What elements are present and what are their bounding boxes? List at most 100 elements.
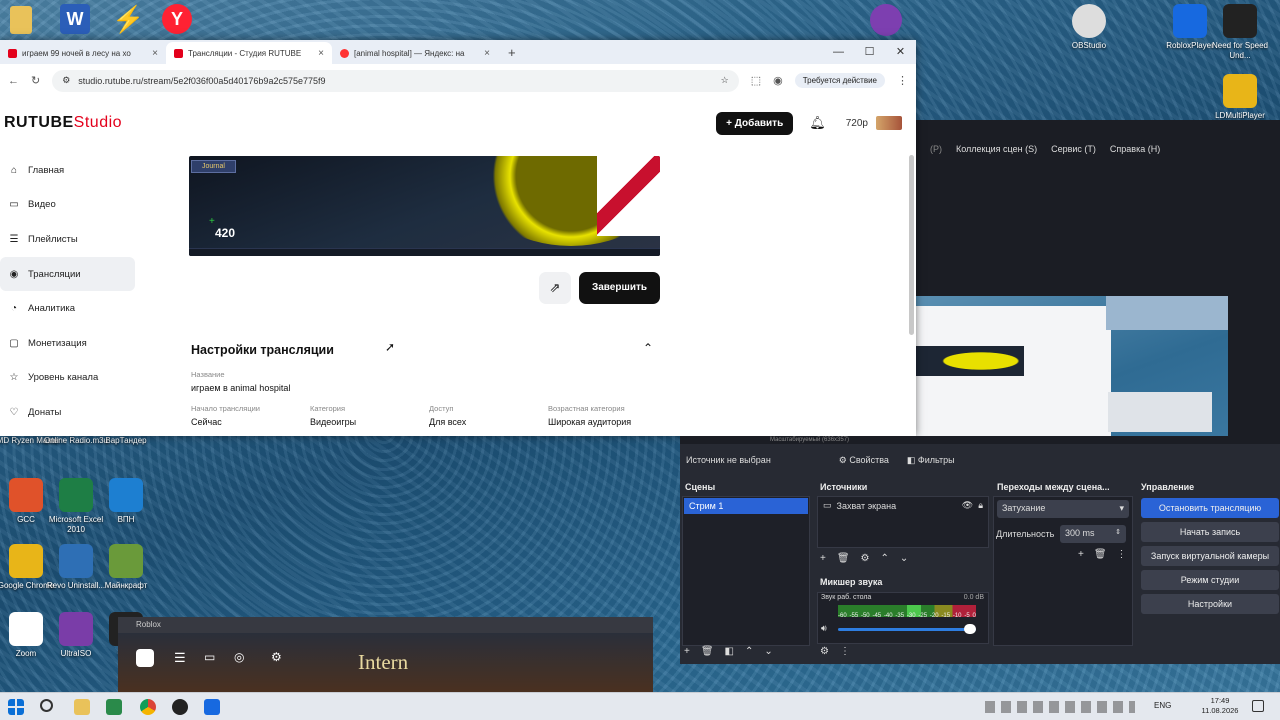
trash-icon[interactable]: 🗑︎	[701, 646, 714, 657]
bell-icon[interactable]: 🔔︎	[809, 115, 826, 131]
eye-icon[interactable]: 👁︎	[962, 500, 973, 511]
rutube-logo[interactable]: RUTUBEStudio	[4, 114, 122, 132]
tor-icon[interactable]	[870, 4, 902, 36]
roblox-icon[interactable]	[204, 699, 220, 715]
obs-menu-service[interactable]: Сервис (T)	[1051, 144, 1096, 154]
add-icon[interactable]: +	[684, 646, 690, 657]
sidebar-item[interactable]: ☆ Уровень канала	[0, 361, 140, 396]
filters-button[interactable]: ◧ Фильтры	[907, 455, 955, 466]
properties-button[interactable]: ⚙ Свойства	[839, 455, 889, 466]
extensions-icon[interactable]: ⬚	[751, 74, 761, 87]
sidebar-item[interactable]: ◉ Трансляции	[0, 256, 135, 292]
trash-icon[interactable]: 🗑︎	[837, 553, 850, 564]
maximize-icon[interactable]: ☐	[854, 40, 885, 64]
start-icon[interactable]	[8, 699, 24, 715]
obs-control-button[interactable]: Настройки	[1141, 594, 1279, 614]
desktop-icon[interactable]: LDMultiPlayer	[1204, 74, 1276, 121]
tab-3[interactable]: [animal hospital] — Яндекс: на ×	[332, 42, 498, 64]
menu-dots-icon[interactable]: ⋮	[840, 646, 850, 657]
scene-item[interactable]: Стрим 1	[684, 498, 808, 514]
word-icon[interactable]: W	[60, 4, 90, 34]
speaker-icon[interactable]: 🔊︎	[821, 623, 827, 634]
notification-icon[interactable]	[1252, 700, 1264, 712]
add-icon[interactable]: +	[1078, 549, 1084, 560]
profile-icon[interactable]: ◉	[773, 74, 783, 87]
explorer-icon[interactable]	[74, 699, 90, 715]
duration-input[interactable]: 300 ms ⇕	[1060, 525, 1126, 543]
desktop-icon[interactable]: OBStudio	[1053, 4, 1125, 51]
desktop-icon[interactable]: ВПН	[90, 478, 162, 525]
scenes-toolbar: + 🗑︎ ◧ ⌃ ⌄	[684, 646, 773, 657]
close-icon[interactable]: ×	[152, 48, 158, 59]
app-icon[interactable]	[106, 699, 122, 715]
sidebar-item[interactable]: ▢ Монетизация	[0, 326, 140, 361]
obs-control-button[interactable]: Остановить трансляцию	[1141, 498, 1279, 518]
headset-icon[interactable]: ◎	[234, 650, 244, 664]
obs-control-button[interactable]: Начать запись	[1141, 522, 1279, 542]
desktop-icon[interactable]: Need for Speed Und...	[1204, 4, 1276, 61]
volume-slider[interactable]	[838, 628, 976, 631]
sidebar-item[interactable]: ⌂ Главная	[0, 153, 140, 188]
settings-title[interactable]: Настройки трансляции	[191, 343, 334, 357]
address-bar[interactable]: ⚙ studio.rutube.ru/stream/5e2f036f00a5d4…	[52, 69, 739, 92]
language-indicator[interactable]: ENG	[1154, 701, 1171, 710]
obs-control-button[interactable]: Запуск виртуальной камеры	[1141, 546, 1279, 566]
chrome-icon[interactable]	[140, 699, 156, 715]
end-stream-button[interactable]: Завершить	[579, 272, 660, 304]
stepper-icon[interactable]: ⇕	[1115, 528, 1121, 540]
tab-2[interactable]: Трансляции - Студия RUTUBE ×	[166, 42, 332, 64]
site-info-icon[interactable]: ⚙	[62, 75, 70, 86]
minimize-icon[interactable]: —	[823, 40, 854, 64]
arrow-down-icon[interactable]: ⌄	[764, 646, 772, 657]
obs-menu-prefix[interactable]: (P)	[930, 144, 942, 154]
tab-1[interactable]: играем 99 ночей в лесу на хо ×	[0, 42, 166, 64]
lock-icon[interactable]: 🔒︎	[978, 500, 983, 511]
sidebar-item[interactable]: ♡ Донаты	[0, 395, 140, 430]
desktop-icon[interactable]: Майнкрафт	[90, 544, 162, 591]
filter-icon[interactable]: ◧	[725, 646, 734, 657]
bookmark-star-icon[interactable]: ☆	[721, 75, 729, 86]
menu-icon[interactable]: ☰	[174, 650, 186, 666]
browser-scrollbar[interactable]	[909, 155, 914, 335]
gear-icon[interactable]: ⚙	[820, 646, 829, 657]
stream-video-preview[interactable]: Journal + 420	[189, 156, 660, 256]
obs-menu-scene-collection[interactable]: Коллекция сцен (S)	[956, 144, 1037, 154]
trash-icon[interactable]: 🗑︎	[1094, 549, 1107, 560]
menu-dots-icon[interactable]: ⋮	[1117, 549, 1127, 560]
menu-dots-icon[interactable]: ⋮	[897, 74, 908, 87]
gear-icon[interactable]: ⚙	[861, 553, 870, 564]
close-icon[interactable]: ×	[484, 48, 490, 59]
arrow-up-icon[interactable]: ⌃	[745, 646, 753, 657]
folder-icon[interactable]	[10, 6, 32, 34]
search-icon[interactable]	[40, 699, 53, 712]
source-item[interactable]: ▭ Захват экрана 👁︎ 🔒︎	[818, 497, 988, 514]
sidebar-item[interactable]: ▭ Видео	[0, 188, 140, 223]
volume-slider-handle[interactable]	[964, 624, 976, 634]
desktop-icon[interactable]: ВарТандер	[90, 436, 162, 446]
obs-control-button[interactable]: Режим студии	[1141, 570, 1279, 590]
arrow-up-icon[interactable]: ⌃	[881, 553, 889, 564]
roblox-logo-icon[interactable]	[136, 649, 154, 667]
lightning-icon[interactable]: ⚡	[112, 4, 144, 34]
add-icon[interactable]: +	[820, 553, 826, 564]
sidebar-item[interactable]: ☰ Плейлисты	[0, 222, 140, 257]
obs-menu-help[interactable]: Справка (H)	[1110, 144, 1160, 154]
obs-icon[interactable]	[172, 699, 188, 715]
add-button[interactable]: + Добавить	[716, 111, 794, 135]
chevron-up-icon[interactable]: ⌃	[643, 341, 653, 355]
chat-icon[interactable]: ▭	[204, 650, 215, 664]
arrow-down-icon[interactable]: ⌄	[900, 553, 908, 564]
yandex-browser-icon[interactable]: Y	[162, 4, 192, 34]
clock[interactable]: 17:49 11.08.2026	[1200, 696, 1240, 716]
settings-icon[interactable]: ⚙	[271, 650, 282, 664]
share-button[interactable]: ⇗	[539, 272, 571, 304]
close-window-icon[interactable]: ✕	[885, 40, 916, 64]
sidebar-item[interactable]: ◔ Аналитика	[0, 291, 140, 326]
reload-icon[interactable]: ↻	[31, 74, 40, 87]
avatar[interactable]	[876, 116, 902, 130]
transition-select[interactable]: Затухание ▾	[997, 500, 1129, 518]
new-tab-button[interactable]: +	[498, 42, 526, 64]
back-icon[interactable]: ←	[8, 75, 19, 87]
close-icon[interactable]: ×	[318, 48, 324, 59]
action-required-pill[interactable]: Требуется действие	[794, 73, 885, 88]
